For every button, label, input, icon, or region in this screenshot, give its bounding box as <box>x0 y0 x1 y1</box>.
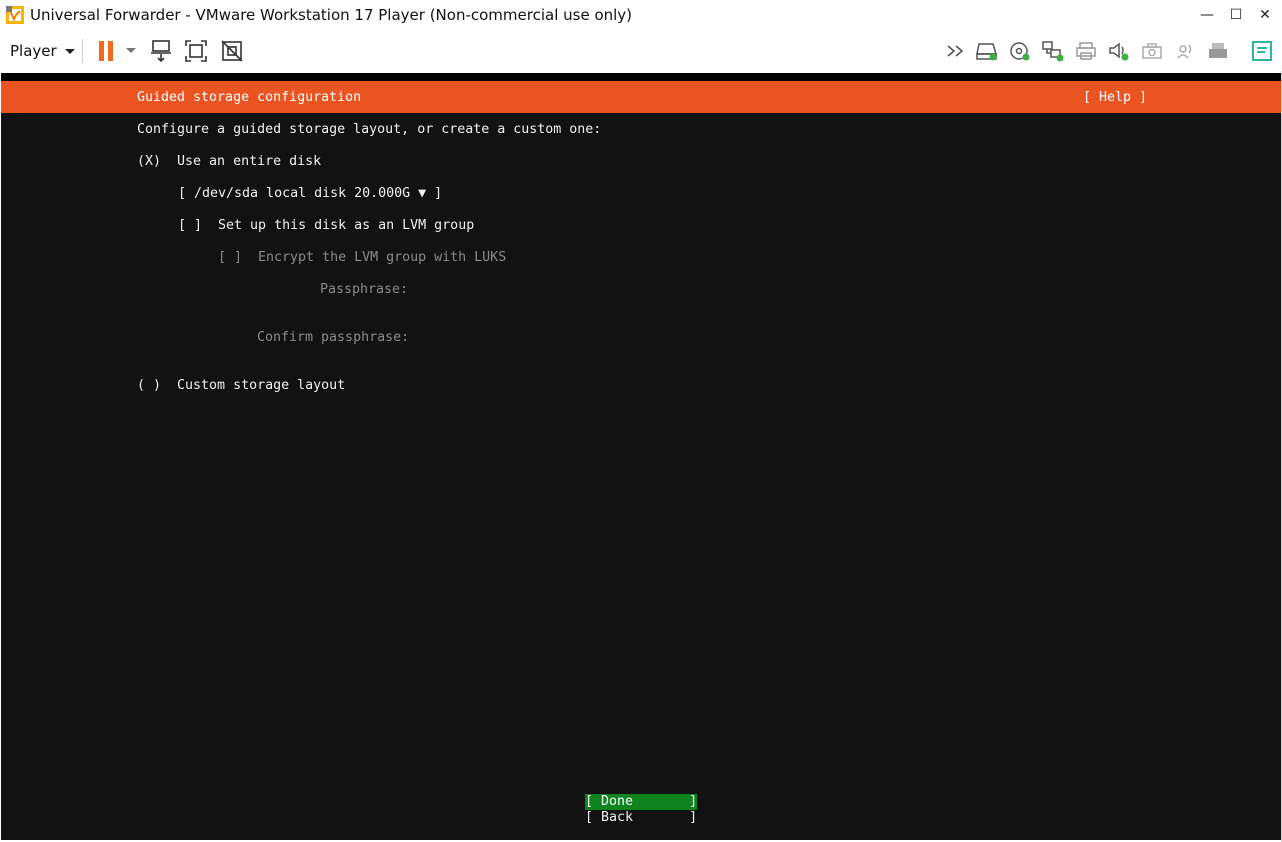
player-menu-label: Player <box>10 42 57 60</box>
network-adapter-icon[interactable] <box>1039 37 1067 65</box>
done-button[interactable]: [ Done ] <box>585 794 697 810</box>
maximize-icon: ☐ <box>1229 7 1243 23</box>
use-entire-disk-radio[interactable]: (X) Use an entire disk <box>137 154 321 170</box>
window-titlebar: Universal Forwarder - VMware Workstation… <box>0 0 1282 31</box>
send-ctrl-alt-del-icon[interactable] <box>147 37 175 65</box>
sound-card-icon[interactable] <box>1105 37 1133 65</box>
close-button[interactable]: ✕ <box>1251 3 1279 27</box>
chevron-down-icon <box>64 48 75 54</box>
minimize-button[interactable]: — <box>1193 3 1221 27</box>
unity-icon[interactable] <box>218 37 246 65</box>
vm-console-screen[interactable]: Guided storage configuration [ Help ] Co… <box>1 73 1281 840</box>
close-icon: ✕ <box>1259 7 1271 23</box>
more-devices-icon[interactable] <box>943 37 971 65</box>
console-top-strip <box>1 73 1281 81</box>
pause-icon[interactable] <box>92 37 120 65</box>
vmware-logo-icon <box>5 5 25 25</box>
printer-disabled-icon[interactable] <box>1204 37 1232 65</box>
camera-icon[interactable] <box>1138 37 1166 65</box>
maximize-button[interactable]: ☐ <box>1222 3 1250 27</box>
player-menu-button[interactable]: Player <box>10 40 75 62</box>
lvm-group-checkbox[interactable]: [ ] Set up this disk as an LVM group <box>178 218 474 234</box>
window-title: Universal Forwarder - VMware Workstation… <box>30 6 633 24</box>
installer-header-title: Guided storage configuration <box>137 90 362 105</box>
full-screen-icon[interactable] <box>182 37 210 65</box>
cd-dvd-icon[interactable] <box>1006 37 1034 65</box>
custom-storage-layout-radio[interactable]: ( ) Custom storage layout <box>137 378 345 394</box>
hard-disk-icon[interactable] <box>973 37 1001 65</box>
dropdown-caret-icon[interactable] <box>117 37 145 65</box>
printer-icon[interactable] <box>1072 37 1100 65</box>
player-toolbar: Player <box>0 31 1282 71</box>
back-button[interactable]: [ Back ] <box>585 810 697 826</box>
storage-intro-text: Configure a guided storage layout, or cr… <box>137 122 602 137</box>
disk-select-dropdown[interactable]: [ /dev/sda local disk 20.000G ▼ ] <box>178 186 442 202</box>
toolbar-divider <box>82 39 83 63</box>
message-log-icon[interactable] <box>1248 37 1276 65</box>
usb-device-icon[interactable] <box>1171 37 1199 65</box>
confirm-passphrase-label: Confirm passphrase: <box>257 330 410 345</box>
passphrase-label: Passphrase: <box>320 282 409 297</box>
encrypt-luks-checkbox[interactable]: [ ] Encrypt the LVM group with LUKS <box>218 250 506 266</box>
help-button[interactable]: [ Help ] <box>1083 90 1147 106</box>
minimize-icon: — <box>1200 7 1214 23</box>
